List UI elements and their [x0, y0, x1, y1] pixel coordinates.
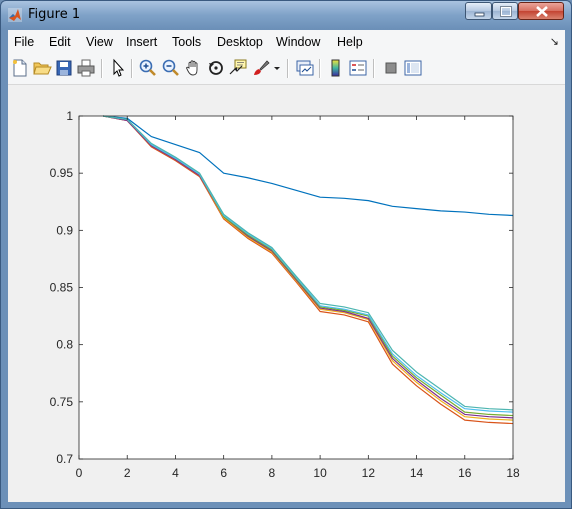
new-figure-button[interactable]: [10, 58, 30, 78]
toolbar-separator: [319, 59, 321, 78]
x-tick-label: 14: [410, 466, 424, 480]
minimize-icon: [474, 12, 485, 17]
pointer-arrow-icon: [113, 58, 125, 77]
brush-icon: [254, 60, 270, 75]
print-icon: [77, 59, 95, 77]
minimize-button[interactable]: [465, 2, 492, 20]
open-file-button[interactable]: [32, 58, 52, 78]
zoom-in-icon: [139, 59, 156, 76]
x-tick-label: 4: [172, 466, 179, 480]
zoom-in-button[interactable]: [138, 58, 158, 78]
colorbar-icon: [331, 59, 340, 77]
edit-plot-button[interactable]: [108, 58, 128, 78]
y-tick-label: 0.75: [50, 395, 74, 409]
x-tick-label: 16: [458, 466, 472, 480]
title-bar[interactable]: Figure 1: [1, 1, 571, 29]
pan-button[interactable]: [184, 58, 204, 78]
data-cursor-icon: [229, 59, 247, 75]
rotate-3d-button[interactable]: [206, 58, 226, 78]
data-cursor-button[interactable]: [228, 58, 248, 78]
close-icon: [536, 6, 548, 17]
figure-window: Figure 1 File Edit View Insert Tools Des…: [0, 0, 572, 509]
insert-legend-button[interactable]: [348, 58, 368, 78]
close-button[interactable]: [518, 2, 564, 20]
maximize-button[interactable]: [492, 2, 518, 20]
zoom-out-button[interactable]: [161, 58, 181, 78]
save-figure-button[interactable]: [54, 58, 74, 78]
x-tick-label: 0: [76, 466, 83, 480]
rotate-icon: [209, 61, 223, 75]
y-tick-label: 0.7: [56, 452, 73, 466]
menu-desktop[interactable]: Desktop: [217, 35, 263, 49]
save-icon: [56, 60, 72, 76]
link-plot-button[interactable]: [295, 58, 315, 78]
toolbar-separator: [373, 59, 375, 78]
menu-insert[interactable]: Insert: [126, 35, 157, 49]
chevron-down-icon: [274, 67, 280, 70]
insert-colorbar-button[interactable]: [326, 58, 346, 78]
x-tick-label: 18: [506, 466, 520, 480]
folder-open-icon: [33, 62, 52, 75]
figure-toolbar: [8, 54, 565, 85]
menu-bar: File Edit View Insert Tools Desktop Wind…: [8, 30, 565, 54]
hide-tools-icon: [385, 62, 397, 74]
menu-help[interactable]: Help: [337, 35, 363, 49]
window-title: Figure 1: [28, 7, 81, 22]
x-tick-label: 2: [124, 466, 131, 480]
menu-window[interactable]: Window: [276, 35, 320, 49]
maximize-icon: [500, 6, 512, 17]
hide-plot-tools-button[interactable]: [381, 58, 401, 78]
menu-tools[interactable]: Tools: [172, 35, 201, 49]
dock-arrow-icon[interactable]: ↘: [550, 35, 559, 48]
pan-hand-icon: [186, 60, 198, 76]
y-tick-label: 0.8: [56, 338, 73, 352]
brush-button[interactable]: [251, 58, 271, 78]
x-tick-label: 10: [313, 466, 327, 480]
y-tick-label: 0.9: [56, 223, 73, 237]
toolbar-separator: [131, 59, 133, 78]
menu-view[interactable]: View: [86, 35, 113, 49]
legend-icon: [349, 60, 367, 76]
line-chart[interactable]: 0 2 4 6 8 10 12 14 16 18 0.7 0.75 0.8 0.85 0.9 0.95 1: [8, 85, 565, 502]
y-tick-label: 1: [66, 109, 73, 123]
show-tools-icon: [404, 60, 422, 76]
matlab-logo-icon: [8, 8, 22, 22]
zoom-out-icon: [162, 59, 179, 76]
x-tick-label: 8: [269, 466, 276, 480]
toolbar-separator: [101, 59, 103, 78]
figure-canvas[interactable]: 0 2 4 6 8 10 12 14 16 18 0.7 0.75 0.8 0.85 0.9 0.95 1: [8, 85, 565, 502]
link-plot-icon: [296, 60, 314, 76]
show-plot-tools-button[interactable]: [403, 58, 423, 78]
x-tick-label: 6: [220, 466, 227, 480]
plot-area: [79, 116, 513, 459]
y-tick-label: 0.95: [50, 166, 74, 180]
menu-file[interactable]: File: [14, 35, 34, 49]
y-tick-label: 0.85: [50, 281, 74, 295]
menu-edit[interactable]: Edit: [49, 35, 71, 49]
new-file-icon: [13, 59, 27, 77]
print-figure-button[interactable]: [76, 58, 96, 78]
figure-client-area: File Edit View Insert Tools Desktop Wind…: [8, 30, 565, 502]
x-tick-label: 12: [362, 466, 376, 480]
toolbar-separator: [287, 59, 289, 78]
brush-dropdown-button[interactable]: [272, 58, 282, 78]
